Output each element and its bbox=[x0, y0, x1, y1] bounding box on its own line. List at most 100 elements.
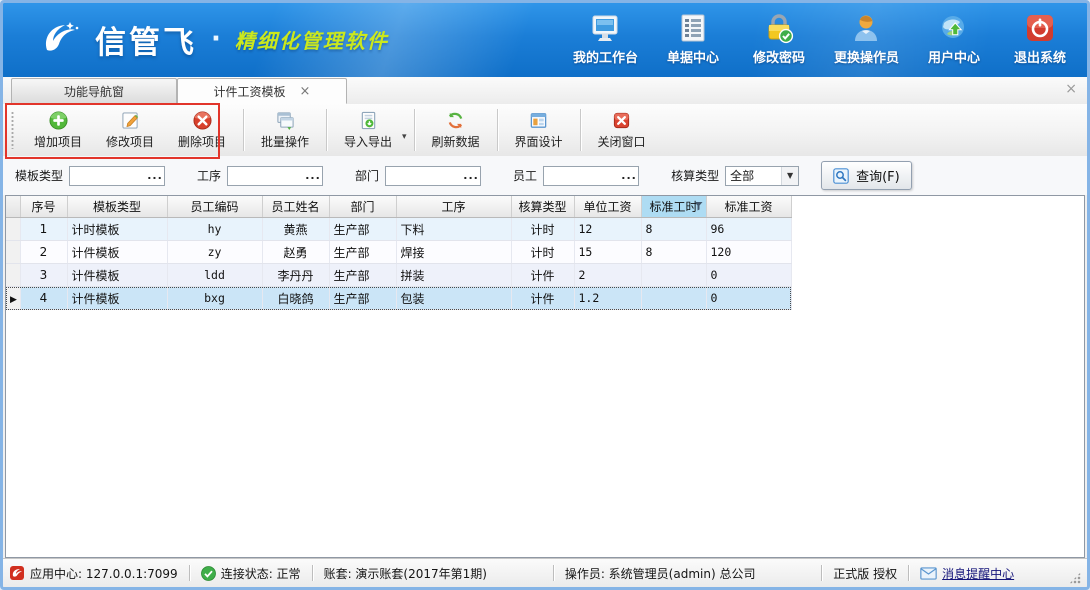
query-button[interactable]: 查询(F) bbox=[821, 161, 912, 190]
batch-operations-button[interactable]: 批量操作 bbox=[249, 107, 321, 153]
status-separator bbox=[189, 565, 190, 581]
browse-ellipsis-button[interactable]: ... bbox=[620, 167, 638, 185]
col-template-type[interactable]: 模板类型 bbox=[67, 196, 167, 218]
nav-exit-system[interactable]: 退出系统 bbox=[1009, 12, 1071, 66]
process-label: 工序 bbox=[197, 167, 221, 184]
tab-close-icon[interactable]: × bbox=[300, 85, 311, 98]
cell-calc-type: 计时 bbox=[511, 218, 574, 241]
nav-switch-operator[interactable]: 更换操作员 bbox=[834, 12, 899, 66]
edit-pencil-icon bbox=[121, 111, 140, 130]
row-selector-cell[interactable]: ▶ bbox=[6, 287, 20, 310]
col-unit-wage[interactable]: 单位工资 bbox=[574, 196, 641, 218]
col-dept[interactable]: 部门 bbox=[329, 196, 396, 218]
status-operator: 操作员: 系统管理员(admin) 总公司 bbox=[565, 565, 756, 582]
connection-text: 连接状态: 正常 bbox=[221, 565, 301, 582]
table-row-selected[interactable]: ▶ 4 计件模板 bxg 白晓鸽 生产部 包装 计件 1.2 0 bbox=[6, 287, 791, 310]
tab-piecework-wage-template[interactable]: 计件工资模板 × bbox=[177, 78, 347, 104]
monitor-icon bbox=[589, 12, 621, 44]
search-icon bbox=[833, 168, 849, 184]
operator-text: 操作员: 系统管理员(admin) 总公司 bbox=[565, 565, 756, 582]
close-window-button[interactable]: 关闭窗口 bbox=[586, 107, 658, 153]
panel-close-icon[interactable]: × bbox=[1065, 82, 1077, 96]
process-input[interactable]: ... bbox=[227, 166, 323, 186]
add-item-button[interactable]: 增加项目 bbox=[22, 107, 94, 153]
cell-emp-name: 白晓鸽 bbox=[262, 287, 329, 310]
row-selector-cell[interactable] bbox=[6, 241, 20, 264]
delete-item-button[interactable]: 删除项目 bbox=[166, 107, 238, 153]
browse-ellipsis-button[interactable]: ... bbox=[462, 167, 480, 185]
template-type-input[interactable]: ... bbox=[69, 166, 165, 186]
toolbar-separator bbox=[243, 109, 244, 151]
toolbar-grip[interactable] bbox=[11, 111, 14, 149]
ui-design-button[interactable]: 界面设计 bbox=[503, 107, 575, 153]
app-window: 信管飞 · 精细化管理软件 我的工作台 bbox=[0, 0, 1090, 590]
import-export-button[interactable]: 导入导出 bbox=[332, 107, 404, 153]
table-row[interactable]: 3 计件模板 ldd 李丹丹 生产部 拼装 计件 2 0 bbox=[6, 264, 791, 287]
nav-change-password[interactable]: 修改密码 bbox=[748, 12, 810, 66]
col-emp-code[interactable]: 员工编码 bbox=[167, 196, 262, 218]
status-separator bbox=[553, 565, 554, 581]
status-bar: 应用中心: 127.0.0.1:7099 连接状态: 正常 账套: 演示账套(2… bbox=[3, 558, 1087, 587]
cell-calc-type: 计件 bbox=[511, 264, 574, 287]
wage-template-table: 序号 模板类型 员工编码 员工姓名 部门 工序 核算类型 单位工资 标准工时 标… bbox=[6, 196, 792, 310]
app-logo-icon bbox=[37, 16, 83, 62]
cell-calc-type: 计时 bbox=[511, 241, 574, 264]
resize-grip[interactable] bbox=[1069, 572, 1081, 584]
cell-template-type: 计件模板 bbox=[67, 241, 167, 264]
row-selector-cell[interactable] bbox=[6, 218, 20, 241]
calc-type-value: 全部 bbox=[726, 167, 781, 184]
col-no[interactable]: 序号 bbox=[20, 196, 67, 218]
message-center-link[interactable]: 消息提醒中心 bbox=[942, 565, 1014, 582]
calc-type-select[interactable]: 全部 ▼ bbox=[725, 166, 799, 186]
power-icon bbox=[1024, 12, 1056, 44]
cell-std-hours bbox=[641, 287, 706, 310]
toolbar-label: 导入导出 bbox=[344, 133, 392, 150]
col-calc-type[interactable]: 核算类型 bbox=[511, 196, 574, 218]
add-circle-icon bbox=[49, 111, 68, 130]
toolbar-separator bbox=[580, 109, 581, 151]
tab-function-navigator[interactable]: 功能导航窗 bbox=[11, 78, 177, 103]
table-row[interactable]: 1 计时模板 hy 黄燕 生产部 下料 计时 12 8 96 bbox=[6, 218, 791, 241]
nav-document-center[interactable]: 单据中心 bbox=[662, 12, 724, 66]
col-std-hours-label: 标准工时 bbox=[649, 200, 697, 214]
cell-emp-code: ldd bbox=[167, 264, 262, 287]
toolbar-label: 增加项目 bbox=[34, 133, 82, 150]
toolbar-label: 界面设计 bbox=[515, 133, 563, 150]
close-window-icon bbox=[612, 111, 631, 130]
status-separator bbox=[312, 565, 313, 581]
cell-unit-wage: 15 bbox=[574, 241, 641, 264]
col-std-hours[interactable]: 标准工时 bbox=[641, 196, 706, 218]
row-selector-cell[interactable] bbox=[6, 264, 20, 287]
edit-item-button[interactable]: 修改项目 bbox=[94, 107, 166, 153]
cell-process: 拼装 bbox=[396, 264, 511, 287]
refresh-data-button[interactable]: 刷新数据 bbox=[420, 107, 492, 153]
import-export-dropdown-caret[interactable]: ▾ bbox=[402, 118, 407, 142]
nav-label: 退出系统 bbox=[1014, 47, 1066, 66]
col-std-wage[interactable]: 标准工资 bbox=[706, 196, 791, 218]
cell-unit-wage: 2 bbox=[574, 264, 641, 287]
browse-ellipsis-button[interactable]: ... bbox=[146, 167, 164, 185]
table-row[interactable]: 2 计件模板 zy 赵勇 生产部 焊接 计时 15 8 120 bbox=[6, 241, 791, 264]
department-input[interactable]: ... bbox=[385, 166, 481, 186]
status-separator bbox=[821, 565, 822, 581]
cell-emp-name: 黄燕 bbox=[262, 218, 329, 241]
browse-ellipsis-button[interactable]: ... bbox=[304, 167, 322, 185]
cell-template-type: 计件模板 bbox=[67, 264, 167, 287]
nav-label: 用户中心 bbox=[928, 47, 980, 66]
department-label: 部门 bbox=[355, 167, 379, 184]
tab-label: 功能导航窗 bbox=[64, 83, 124, 100]
cell-std-wage: 0 bbox=[706, 287, 791, 310]
col-emp-name[interactable]: 员工姓名 bbox=[262, 196, 329, 218]
cell-std-hours: 8 bbox=[641, 218, 706, 241]
status-message-center[interactable]: 消息提醒中心 bbox=[920, 565, 1014, 582]
cell-emp-code: bxg bbox=[167, 287, 262, 310]
filter-funnel-icon[interactable] bbox=[694, 201, 703, 211]
status-connection: 连接状态: 正常 bbox=[201, 565, 301, 582]
nav-my-workbench[interactable]: 我的工作台 bbox=[573, 12, 638, 66]
title-bar: 信管飞 · 精细化管理软件 我的工作台 bbox=[3, 3, 1087, 77]
col-process[interactable]: 工序 bbox=[396, 196, 511, 218]
chevron-down-icon[interactable]: ▼ bbox=[781, 167, 798, 185]
import-export-icon bbox=[359, 111, 378, 130]
nav-user-center[interactable]: 用户中心 bbox=[923, 12, 985, 66]
employee-input[interactable]: ... bbox=[543, 166, 639, 186]
